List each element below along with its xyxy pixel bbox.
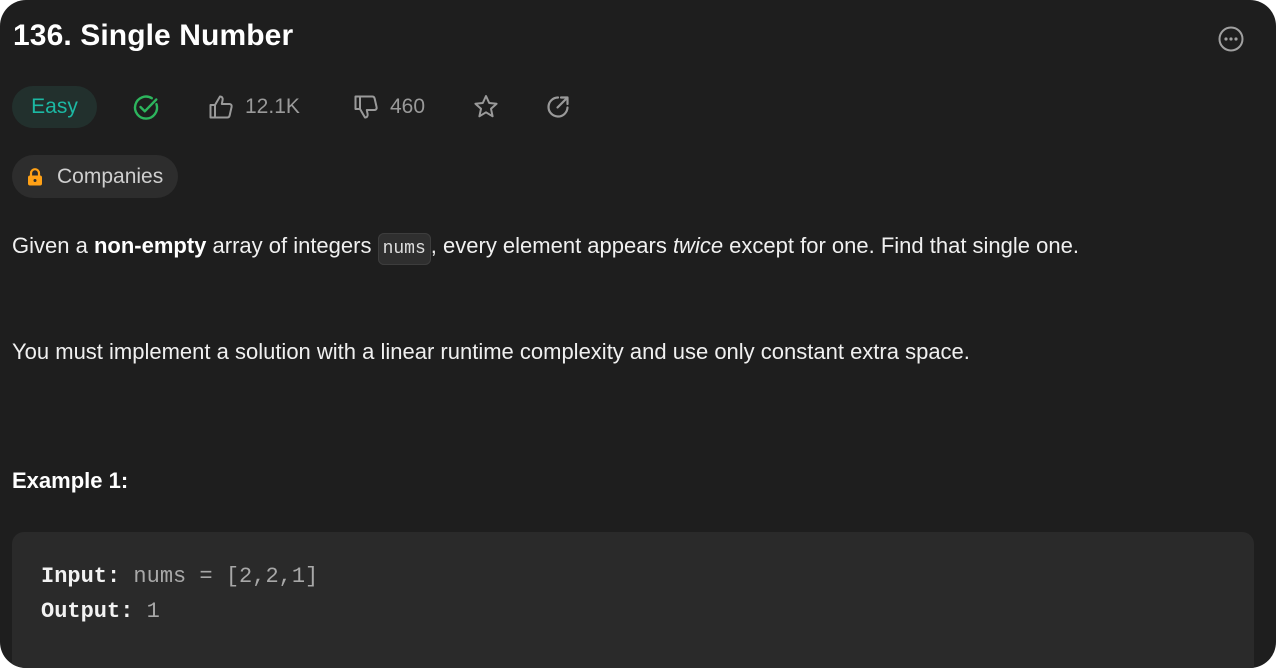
- dislike-button[interactable]: 460: [352, 86, 425, 128]
- example-input-line: Input: nums = [2,2,1]: [41, 564, 318, 589]
- example-input-value: nums = [2,2,1]: [120, 564, 319, 589]
- example-title: Example 1:: [12, 468, 129, 493]
- example-output-value: 1: [133, 599, 160, 624]
- desc-text: Given a: [12, 233, 94, 258]
- check-circle-icon: [133, 95, 159, 120]
- problem-panel: 136. Single Number Easy 12.1K 460 Compan…: [0, 0, 1276, 668]
- desc-text: , every element appears: [430, 233, 673, 258]
- thumbs-down-icon: [354, 95, 378, 119]
- like-count: 12.1K: [245, 95, 300, 118]
- description-paragraph-1: Given a non-empty array of integers nums…: [12, 227, 1252, 268]
- dislike-count: 460: [390, 95, 426, 118]
- share-arrow-icon[interactable]: [544, 93, 572, 121]
- problem-title: 136. Single Number: [13, 19, 294, 52]
- description-paragraph-2: You must implement a solution with a lin…: [12, 339, 970, 364]
- example-box: Input: nums = [2,2,1] Output: 1: [12, 532, 1254, 668]
- example-output-line: Output: 1: [41, 599, 160, 624]
- desc-text: array of integers: [206, 233, 378, 258]
- inline-code: nums: [377, 233, 431, 265]
- more-horizontal-circle-icon[interactable]: [1218, 26, 1244, 52]
- companies-label: Companies: [57, 164, 164, 188]
- like-button[interactable]: 12.1K: [207, 86, 300, 128]
- star-icon[interactable]: [472, 93, 500, 121]
- problem-meta-row: Easy 12.1K 460: [12, 86, 712, 128]
- thumbs-up-icon: [209, 95, 233, 119]
- example-input-label: Input:: [41, 564, 121, 589]
- desc-bold-text: non-empty: [93, 233, 207, 258]
- difficulty-badge: Easy: [12, 86, 97, 128]
- desc-italic-text: twice: [672, 233, 724, 258]
- companies-button[interactable]: Companies: [12, 155, 179, 198]
- example-output-label: Output:: [41, 599, 134, 624]
- desc-text: except for one. Find that single one.: [723, 233, 1079, 258]
- lock-icon: [28, 167, 42, 185]
